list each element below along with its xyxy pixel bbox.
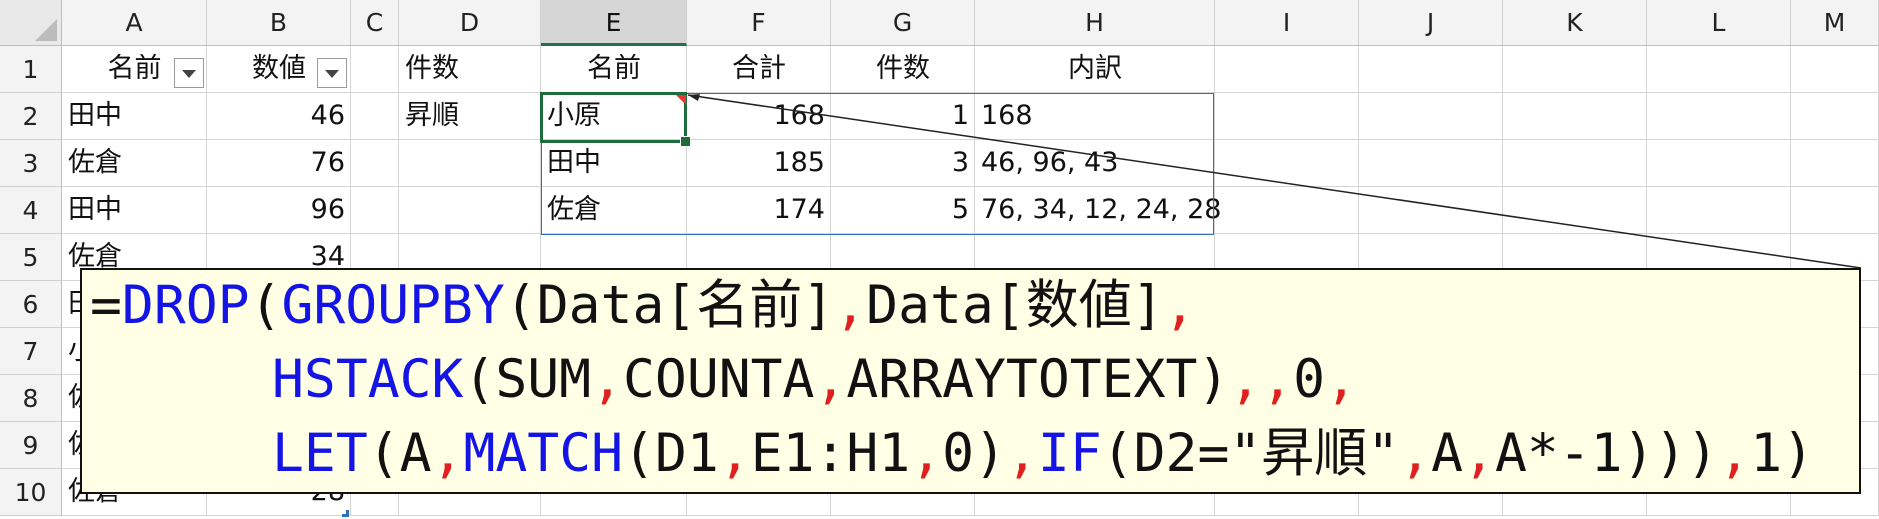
formula-separator-token: ,: [1463, 423, 1495, 484]
formula-token: (D1: [623, 423, 719, 484]
formula-separator-token: ,: [431, 423, 464, 484]
formula-callout: =DROP(GROUPBY(Data[名前],Data[数値], HSTACK(…: [80, 268, 1861, 494]
formula-line-2: HSTACK(SUM,COUNTA,ARRAYTOTEXT),,0,: [272, 350, 1357, 410]
formula-function-token: LET: [272, 423, 368, 484]
formula-separator-token: ,: [1261, 349, 1294, 410]
formula-token: 1): [1750, 423, 1815, 484]
formula-function-token: HSTACK: [272, 349, 464, 410]
formula-separator-token: ,: [591, 349, 624, 410]
formula-function-token: GROUPBY: [281, 275, 505, 336]
formula-token: COUNTA: [623, 349, 815, 410]
formula-token: (Data[名前]: [504, 275, 835, 336]
formula-separator-token: ,: [834, 275, 867, 336]
formula-separator-token: ,: [1229, 349, 1262, 410]
formula-separator-token: ,: [1325, 349, 1357, 410]
formula-token: 0: [1293, 349, 1326, 410]
formula-token: Data[数値]: [866, 275, 1164, 336]
formula-function-token: DROP: [121, 275, 250, 336]
formula-separator-token: ,: [910, 423, 943, 484]
formula-line-3: LET(A,MATCH(D1,E1:H1,0),IF(D2="昇順",A,A*-…: [272, 424, 1814, 484]
formula-separator-token: ,: [718, 423, 751, 484]
formula-separator-token: ,: [1399, 423, 1432, 484]
formula-token: 0): [942, 423, 1006, 484]
formula-separator-token: ,: [1163, 275, 1196, 336]
formula-token: A*-1))): [1494, 423, 1719, 484]
formula-function-token: IF: [1037, 423, 1102, 484]
formula-token: E1:H1: [750, 423, 911, 484]
formula-separator-token: ,: [1005, 423, 1038, 484]
formula-token: A: [1431, 423, 1464, 484]
formula-token: =: [90, 275, 122, 336]
formula-token: (: [249, 275, 282, 336]
formula-separator-token: ,: [1718, 423, 1751, 484]
formula-token: (SUM: [463, 349, 592, 410]
formula-token: (D2="昇順": [1101, 423, 1400, 484]
formula-line-1: =DROP(GROUPBY(Data[名前],Data[数値],: [90, 276, 1196, 336]
formula-separator-token: ,: [814, 349, 847, 410]
formula-function-token: MATCH: [463, 423, 624, 484]
formula-token: ARRAYTOTEXT): [846, 349, 1230, 410]
formula-token: (A: [367, 423, 432, 484]
